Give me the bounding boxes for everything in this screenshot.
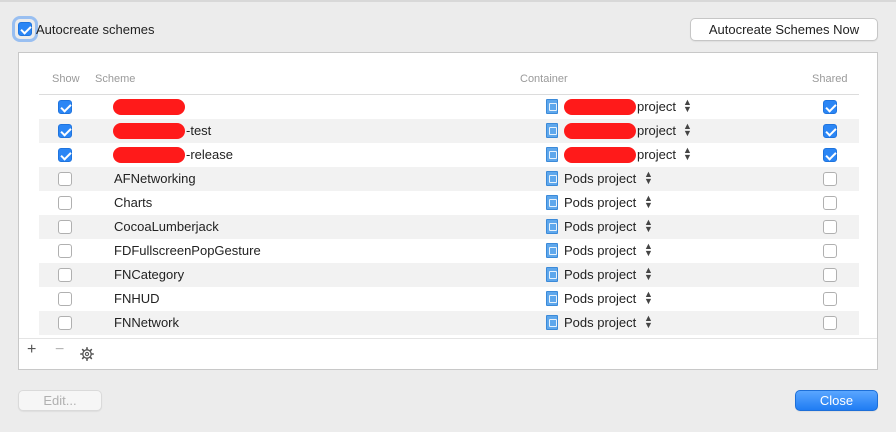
autocreate-schemes-now-button[interactable]: Autocreate Schemes Now xyxy=(690,18,878,41)
chevron-updown-icon[interactable]: ▲ ▼ xyxy=(644,170,653,186)
autocreate-label: Autocreate schemes xyxy=(36,22,155,37)
table-row[interactable]: Charts Pods project ▲ ▼ xyxy=(39,191,859,215)
project-icon xyxy=(546,243,558,258)
redacted-container-name xyxy=(564,147,636,163)
show-checkbox[interactable] xyxy=(58,244,72,258)
container-popup[interactable]: Pods project xyxy=(564,171,636,186)
show-checkbox[interactable] xyxy=(58,292,72,306)
table-row[interactable]: -test project ▲ ▼ xyxy=(39,119,859,143)
redacted-scheme-name xyxy=(113,123,185,139)
show-checkbox[interactable] xyxy=(58,148,72,162)
chevron-updown-icon[interactable]: ▲ ▼ xyxy=(644,314,653,330)
chevron-updown-icon[interactable]: ▲ ▼ xyxy=(644,242,653,258)
table-row[interactable]: FNNetwork Pods project ▲ ▼ xyxy=(39,311,859,335)
shared-checkbox[interactable] xyxy=(823,268,837,282)
project-icon xyxy=(546,99,558,114)
show-checkbox[interactable] xyxy=(58,220,72,234)
redacted-container-name xyxy=(564,123,636,139)
container-popup[interactable]: project xyxy=(637,147,676,162)
show-checkbox[interactable] xyxy=(58,316,72,330)
project-icon xyxy=(546,123,558,138)
table-row[interactable]: FDFullscreenPopGesture Pods project ▲ ▼ xyxy=(39,239,859,263)
show-checkbox[interactable] xyxy=(58,196,72,210)
shared-checkbox[interactable] xyxy=(823,100,837,114)
project-icon xyxy=(546,267,558,282)
redacted-scheme-name xyxy=(113,99,185,115)
chevron-updown-icon[interactable]: ▲ ▼ xyxy=(683,122,692,138)
project-icon xyxy=(546,291,558,306)
project-icon xyxy=(546,171,558,186)
chevron-updown-icon[interactable]: ▲ ▼ xyxy=(644,194,653,210)
shared-checkbox[interactable] xyxy=(823,172,837,186)
container-popup[interactable]: project xyxy=(637,123,676,138)
shared-checkbox[interactable] xyxy=(823,196,837,210)
table-row[interactable]: AFNetworking Pods project ▲ ▼ xyxy=(39,167,859,191)
container-popup[interactable]: Pods project xyxy=(564,219,636,234)
chevron-updown-icon[interactable]: ▲ ▼ xyxy=(644,266,653,282)
chevron-updown-icon[interactable]: ▲ ▼ xyxy=(683,98,692,114)
scheme-name: FNHUD xyxy=(114,291,160,306)
column-header-container[interactable]: Container xyxy=(520,73,568,85)
window-top-edge xyxy=(0,0,896,2)
chevron-updown-icon[interactable]: ▲ ▼ xyxy=(644,218,653,234)
container-popup[interactable]: Pods project xyxy=(564,291,636,306)
container-popup[interactable]: Pods project xyxy=(564,315,636,330)
show-checkbox[interactable] xyxy=(58,100,72,114)
chevron-updown-icon[interactable]: ▲ ▼ xyxy=(683,146,692,162)
container-popup[interactable]: Pods project xyxy=(564,267,636,282)
shared-checkbox[interactable] xyxy=(823,316,837,330)
column-header-show[interactable]: Show xyxy=(52,73,80,85)
gear-icon[interactable] xyxy=(80,347,94,361)
scheme-name: FNNetwork xyxy=(114,315,180,330)
scheme-name: CocoaLumberjack xyxy=(114,219,219,234)
scheme-name: AFNetworking xyxy=(114,171,196,186)
project-icon xyxy=(546,195,558,210)
shared-checkbox[interactable] xyxy=(823,220,837,234)
container-popup[interactable]: project xyxy=(637,99,676,114)
project-icon xyxy=(546,219,558,234)
footer-divider xyxy=(19,338,877,339)
chevron-updown-icon[interactable]: ▲ ▼ xyxy=(644,290,653,306)
shared-checkbox[interactable] xyxy=(823,292,837,306)
close-button[interactable]: Close xyxy=(795,390,878,411)
shared-checkbox[interactable] xyxy=(823,148,837,162)
show-checkbox[interactable] xyxy=(58,268,72,282)
table-row[interactable]: FNCategory Pods project ▲ ▼ xyxy=(39,263,859,287)
project-icon xyxy=(546,315,558,330)
scheme-name: -test xyxy=(186,123,212,138)
shared-checkbox[interactable] xyxy=(823,124,837,138)
autocreate-checkbox[interactable] xyxy=(18,22,32,36)
scheme-name: -release xyxy=(186,147,233,162)
scheme-name: Charts xyxy=(114,195,153,210)
shared-checkbox[interactable] xyxy=(823,244,837,258)
remove-scheme-button[interactable]: − xyxy=(55,341,64,359)
edit-button[interactable]: Edit... xyxy=(18,390,102,411)
table-row[interactable]: project ▲ ▼ xyxy=(39,95,859,119)
column-header-scheme[interactable]: Scheme xyxy=(95,73,135,85)
scheme-name: FNCategory xyxy=(114,267,185,282)
column-header-shared[interactable]: Shared xyxy=(812,73,847,85)
show-checkbox[interactable] xyxy=(58,124,72,138)
redacted-container-name xyxy=(564,99,636,115)
redacted-scheme-name xyxy=(113,147,185,163)
container-popup[interactable]: Pods project xyxy=(564,243,636,258)
add-scheme-button[interactable]: + xyxy=(27,341,36,359)
container-popup[interactable]: Pods project xyxy=(564,195,636,210)
table-row[interactable]: CocoaLumberjack Pods project ▲ ▼ xyxy=(39,215,859,239)
show-checkbox[interactable] xyxy=(58,172,72,186)
project-icon xyxy=(546,147,558,162)
table-row[interactable]: -release project ▲ ▼ xyxy=(39,143,859,167)
schemes-table-panel: Show Scheme Container Shared project ▲ ▼ -t… xyxy=(18,52,878,370)
table-row[interactable]: FNHUD Pods project ▲ ▼ xyxy=(39,287,859,311)
scheme-name: FDFullscreenPopGesture xyxy=(114,243,261,258)
